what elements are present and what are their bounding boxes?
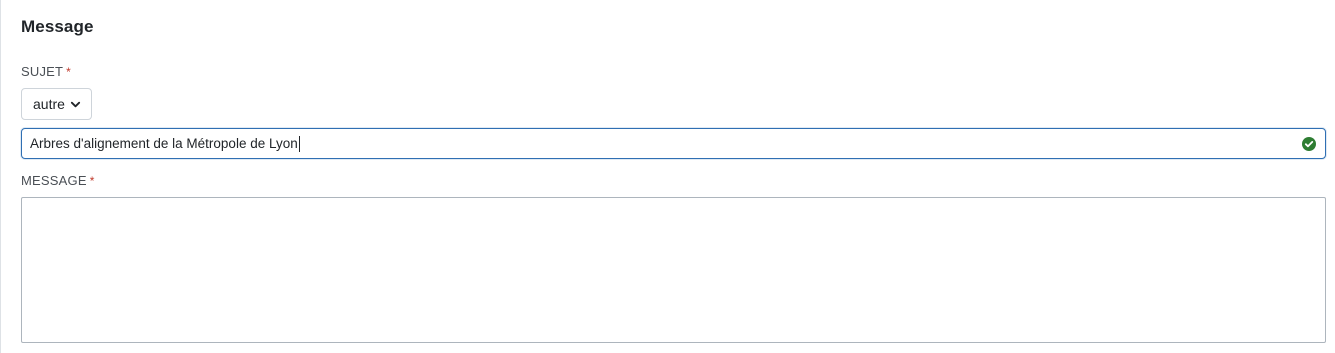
- section-title: Message: [21, 17, 94, 36]
- message-label-text: MESSAGE: [21, 173, 87, 188]
- text-caret: [298, 135, 300, 152]
- subject-input-value: Arbres d'alignement de la Métropole de L…: [30, 136, 298, 151]
- subject-type-value: autre: [33, 96, 65, 112]
- subject-label-text: SUJET: [21, 64, 64, 79]
- message-textarea[interactable]: [21, 197, 1326, 343]
- chevron-down-icon: [70, 101, 81, 108]
- message-form: Message SUJET * autre Arbres d'alignement…: [0, 0, 1335, 353]
- subject-input[interactable]: Arbres d'alignement de la Métropole de L…: [21, 128, 1326, 159]
- required-asterisk: *: [89, 174, 95, 188]
- message-label: MESSAGE *: [21, 173, 95, 188]
- subject-label: SUJET *: [21, 64, 71, 79]
- subject-type-select[interactable]: autre: [21, 88, 92, 120]
- required-asterisk: *: [66, 65, 72, 79]
- check-circle-icon: [1302, 137, 1316, 151]
